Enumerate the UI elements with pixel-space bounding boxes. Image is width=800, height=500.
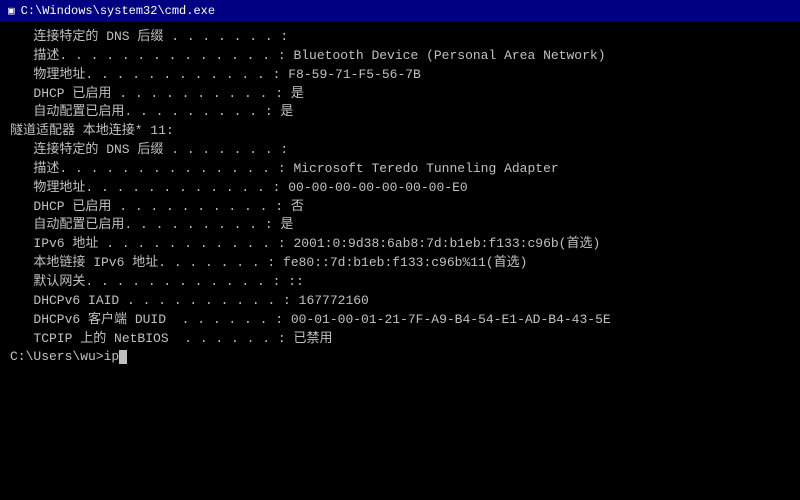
terminal-line: DHCPv6 客户端 DUID . . . . . . : 00-01-00-0… — [10, 311, 790, 330]
terminal-line: C:\Users\wu>ip — [10, 348, 790, 367]
terminal-line: 连接特定的 DNS 后缀 . . . . . . . : — [10, 141, 790, 160]
cursor — [119, 350, 127, 364]
terminal-line: 描述. . . . . . . . . . . . . . : Bluetoot… — [10, 47, 790, 66]
terminal-line: 连接特定的 DNS 后缀 . . . . . . . : — [10, 28, 790, 47]
window: ▣ C:\Windows\system32\cmd.exe 连接特定的 DNS … — [0, 0, 800, 500]
terminal-line: 默认网关. . . . . . . . . . . . : :: — [10, 273, 790, 292]
title-bar-text: C:\Windows\system32\cmd.exe — [21, 4, 792, 18]
title-bar: ▣ C:\Windows\system32\cmd.exe — [0, 0, 800, 22]
terminal-line: TCPIP 上的 NetBIOS . . . . . . : 已禁用 — [10, 330, 790, 349]
terminal-line: 描述. . . . . . . . . . . . . . : Microsof… — [10, 160, 790, 179]
terminal-line: 物理地址. . . . . . . . . . . . : 00-00-00-0… — [10, 179, 790, 198]
terminal-line: 物理地址. . . . . . . . . . . . : F8-59-71-F… — [10, 66, 790, 85]
terminal-line: 本地链接 IPv6 地址. . . . . . . : fe80::7d:b1e… — [10, 254, 790, 273]
terminal-line: 隧道适配器 本地连接* 11: — [10, 122, 790, 141]
terminal-line: 自动配置已启用. . . . . . . . . : 是 — [10, 103, 790, 122]
title-bar-icon: ▣ — [8, 4, 15, 18]
terminal-window[interactable]: 连接特定的 DNS 后缀 . . . . . . . : 描述. . . . .… — [0, 22, 800, 500]
terminal-line: DHCPv6 IAID . . . . . . . . . . : 167772… — [10, 292, 790, 311]
terminal-line: DHCP 已启用 . . . . . . . . . . : 是 — [10, 85, 790, 104]
terminal-line: 自动配置已启用. . . . . . . . . : 是 — [10, 216, 790, 235]
terminal-line: IPv6 地址 . . . . . . . . . . . : 2001:0:9… — [10, 235, 790, 254]
terminal-line: DHCP 已启用 . . . . . . . . . . : 否 — [10, 198, 790, 217]
